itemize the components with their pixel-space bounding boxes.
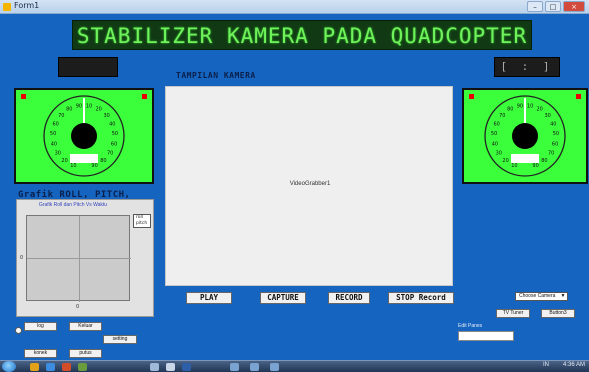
language-indicator[interactable]: IN: [543, 362, 549, 368]
pitch-dial-tick-label: 80: [507, 107, 513, 113]
play-button[interactable]: PLAY: [186, 292, 232, 304]
pitch-dial-tick-label: 90: [532, 163, 538, 169]
roll-dial-tick-label: 90: [91, 163, 97, 169]
app-icon-6[interactable]: [230, 363, 239, 371]
choose-camera-select[interactable]: Choose Camera ▼: [515, 292, 568, 301]
app-icon-7[interactable]: [250, 363, 259, 371]
roll-dial-tick-label: 80: [100, 158, 106, 164]
video-grabber-label: VideoGrabber1: [289, 181, 331, 187]
banner-text: STABILIZER KAMERA PADA QUADCOPTER: [76, 24, 528, 48]
pitch-dial-tick-label: 50: [553, 131, 559, 137]
roll-dial-tick-label: 10: [86, 103, 92, 109]
app-icon-3[interactable]: [150, 363, 159, 371]
chart-gridline-vertical: [79, 216, 80, 302]
maximize-button[interactable]: □: [545, 1, 561, 12]
record-button[interactable]: RECORD: [328, 292, 370, 304]
pitch-dial-tick-label: 20: [537, 107, 543, 113]
roll-dial-tick-label: 10: [70, 163, 76, 169]
setting-button[interactable]: setting: [103, 335, 137, 344]
window-controls: – □ ×: [527, 1, 585, 12]
roll-dial-tick-label: 30: [104, 113, 110, 119]
chart-x-tick: 0: [76, 304, 80, 310]
pitch-dial-tick-label: 30: [496, 151, 502, 157]
pitch-dial-tick-label: 60: [552, 141, 558, 147]
chart-plot-area: [26, 215, 131, 302]
stop-record-button[interactable]: STOP Record: [388, 292, 454, 304]
pitch-dial-tick-label: 60: [494, 121, 500, 127]
clock[interactable]: 4:36 AM: [563, 362, 585, 368]
start-button-icon[interactable]: [2, 361, 16, 372]
app-icon-4[interactable]: [166, 363, 175, 371]
window-title: Form1: [14, 1, 40, 10]
roll-dial-tick-label: 20: [96, 107, 102, 113]
roll-dial-tick-label: 90: [76, 103, 82, 109]
roll-dial-tick-label: 40: [109, 121, 115, 127]
pitch-dial-tick-label: 20: [502, 158, 508, 164]
konek-button[interactable]: konek: [24, 349, 57, 358]
pitch-dial-tick-label: 40: [492, 141, 498, 147]
pitch-dial-tick-label: 40: [550, 121, 556, 127]
roll-dial: 102030405060708090 102030405060708090: [43, 95, 125, 177]
media-icon[interactable]: [62, 363, 71, 371]
app-icon-8[interactable]: [270, 363, 279, 371]
pitch-dial-tick-label: 30: [545, 113, 551, 119]
pitch-dial-tick-label: 10: [511, 163, 517, 169]
capture-button[interactable]: CAPTURE: [260, 292, 306, 304]
roll-dial-tick-label: 70: [58, 113, 64, 119]
folder-icon[interactable]: [30, 363, 39, 371]
log-button[interactable]: log: [24, 322, 57, 331]
roll-dial-tick-label: 60: [53, 121, 59, 127]
pitch-dial: 102030405060708090 102030405060708090: [484, 95, 566, 177]
roll-dial-tick-label: 50: [50, 131, 56, 137]
keluar-button[interactable]: Keluar: [69, 322, 102, 331]
camera-section-label: TAMPILAN KAMERA: [176, 71, 256, 80]
led-right-text: [ : ]: [500, 60, 554, 73]
tv-tuner-button[interactable]: TV Tuner: [496, 309, 530, 318]
roll-dial-tick-label: 70: [107, 151, 113, 157]
putus-button[interactable]: putus: [69, 349, 102, 358]
pitch-dial-tick-label: 70: [499, 113, 505, 119]
edit-panes-input[interactable]: [458, 331, 514, 341]
app-icon-2[interactable]: [78, 363, 87, 371]
title-banner: STABILIZER KAMERA PADA QUADCOPTER: [72, 20, 532, 50]
pitch-dial-tick-label: 70: [548, 151, 554, 157]
pitch-dial-tick-label: 80: [541, 158, 547, 164]
roll-dial-tick-label: 50: [112, 131, 118, 137]
minimize-button[interactable]: –: [527, 1, 543, 12]
radio-button[interactable]: [15, 327, 22, 334]
legend-item-pitch: pitch: [136, 221, 148, 226]
browser-icon[interactable]: [46, 363, 55, 371]
window-titlebar: Form1 – □ ×: [0, 0, 589, 14]
roll-gauge: 10 20 30 40 50 60 70 80 90 10 20 30 40 50 60 70 80 90: [14, 88, 154, 184]
roll-dial-tick-label: 30: [55, 151, 61, 157]
edit-panes-label: Edit Panes: [458, 323, 483, 329]
camera-preview[interactable]: VideoGrabber1: [165, 86, 453, 286]
choose-camera-value: Choose Camera: [519, 293, 556, 299]
pitch-dial-tick-label: 10: [527, 103, 533, 109]
chevron-down-icon: ▼: [560, 293, 566, 299]
close-button[interactable]: ×: [563, 1, 585, 12]
roll-pitch-chart: Grafik Roll dan Pitch Vs Waktu 0 0 roll …: [16, 199, 154, 317]
led-display-right: [ : ]: [494, 57, 560, 77]
roll-dial-tick-label: 40: [51, 141, 57, 147]
pitch-gauge: 10 20 30 40 50 60 70 80 90 10 20 30 40 50 60 70 80 90: [462, 88, 588, 184]
roll-dial-tick-label: 60: [111, 141, 117, 147]
app-icon-5[interactable]: [182, 363, 191, 371]
led-display-left: [58, 57, 118, 77]
roll-dial-tick-label: 80: [66, 107, 72, 113]
chart-legend: roll pitch: [133, 214, 151, 228]
roll-dial-tick-label: 20: [61, 158, 67, 164]
os-taskbar: IN 4:36 AM: [0, 360, 589, 372]
chart-title: Grafik Roll dan Pitch Vs Waktu: [38, 202, 108, 208]
chart-y-tick: 0: [20, 255, 24, 261]
app-icon: [3, 3, 11, 11]
pitch-dial-tick-label: 50: [491, 131, 497, 137]
pitch-dial-tick-label: 90: [517, 103, 523, 109]
button3-button[interactable]: Button3: [541, 309, 575, 318]
